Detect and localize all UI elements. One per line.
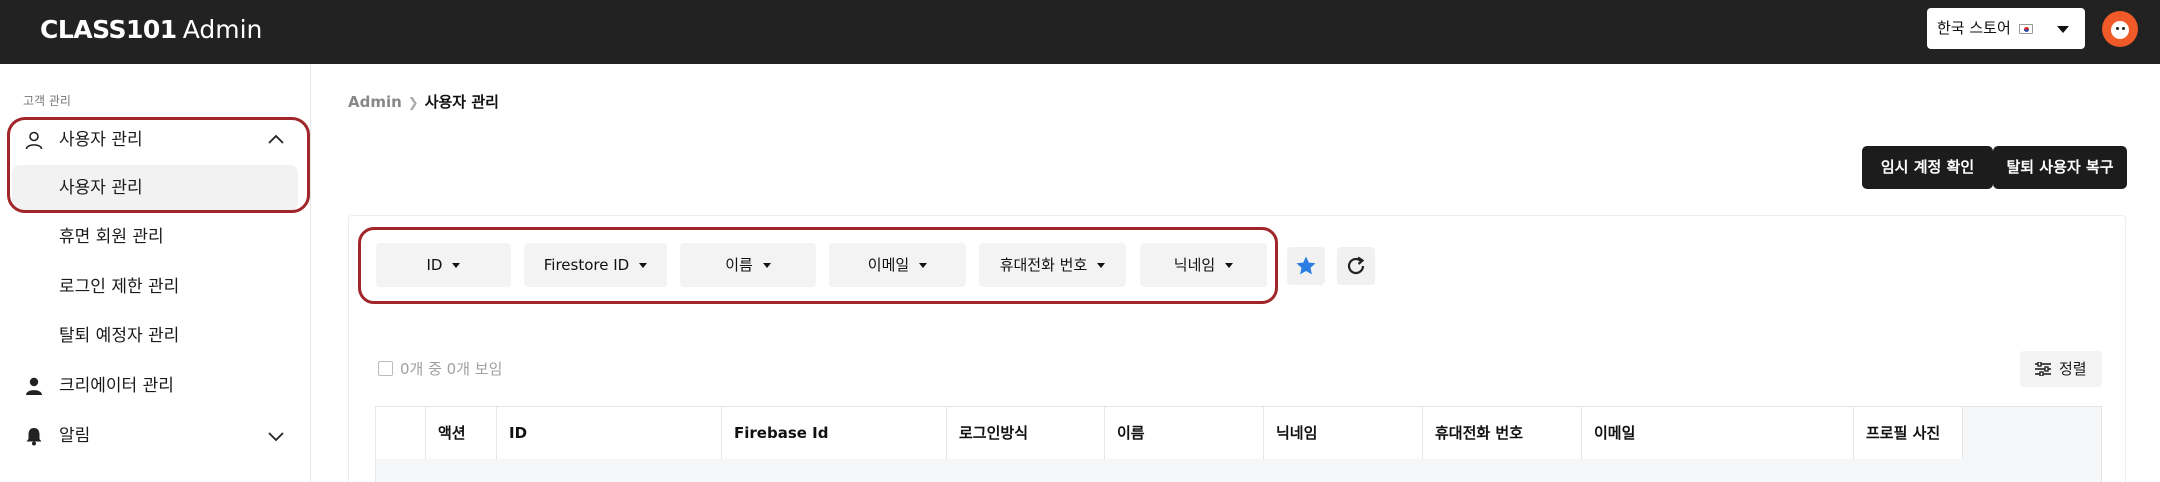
sort-button[interactable]: 정렬 <box>2020 351 2102 387</box>
table-header-select <box>376 407 426 459</box>
caret-down-icon <box>452 263 461 268</box>
select-all-checkbox[interactable] <box>378 361 393 376</box>
filter-label: ID <box>426 256 443 274</box>
sidebar: 고객 관리 사용자 관리 사용자 관리 휴면 회원 관리 로그인 제한 관리 탈… <box>0 64 311 482</box>
store-selector[interactable]: 한국 스토어 <box>1927 8 2085 49</box>
restore-user-button[interactable]: 탈퇴 사용자 복구 <box>1993 146 2127 189</box>
refresh-button[interactable] <box>1337 247 1375 285</box>
table-header-cell[interactable]: 휴대전화 번호 <box>1423 407 1582 459</box>
store-selector-label: 한국 스토어 <box>1937 19 2011 37</box>
avatar-eye <box>2116 27 2119 30</box>
filter-nickname[interactable]: 닉네임 <box>1140 243 1267 287</box>
table-header-cell[interactable]: 닉네임 <box>1264 407 1423 459</box>
breadcrumb-root[interactable]: Admin <box>348 93 402 111</box>
caret-down-icon <box>762 263 771 268</box>
user-avatar[interactable] <box>2102 11 2138 47</box>
avatar-eye <box>2122 27 2125 30</box>
temp-account-button[interactable]: 임시 계정 확인 <box>1862 146 1993 189</box>
user-outline-icon <box>25 131 43 150</box>
breadcrumb: Admin ❯ 사용자 관리 <box>348 92 499 114</box>
table-header-cell[interactable]: 이름 <box>1105 407 1264 459</box>
filter-firestore-id[interactable]: Firestore ID <box>524 243 667 287</box>
select-all-row: 0개 중 0개 보임 <box>378 359 502 379</box>
user-filled-icon <box>26 377 42 395</box>
filter-label: 이메일 <box>867 256 910 274</box>
table-row <box>376 459 2101 482</box>
sidebar-section-label: 고객 관리 <box>23 94 71 108</box>
star-icon <box>1296 256 1316 275</box>
app-logo[interactable]: CLASS101 Admin <box>40 14 262 46</box>
caret-down-icon <box>639 263 648 268</box>
sidebar-group-label: 사용자 관리 <box>59 130 143 150</box>
avatar-face <box>2111 21 2129 39</box>
filter-name[interactable]: 이름 <box>680 243 816 287</box>
caret-down-icon <box>919 263 928 268</box>
korea-flag-icon <box>2018 23 2033 34</box>
filter-email[interactable]: 이메일 <box>829 243 966 287</box>
table-header-cell[interactable]: 로그인방식 <box>947 407 1105 459</box>
table-header-cell[interactable]: 액션 <box>426 407 497 459</box>
result-count-text: 0개 중 0개 보임 <box>400 360 503 378</box>
sidebar-group-label: 알림 <box>59 426 91 446</box>
sidebar-group-notifications[interactable]: 알림 <box>0 413 310 459</box>
chevron-right-icon: ❯ <box>407 96 419 111</box>
chevron-up-icon <box>268 134 284 144</box>
breadcrumb-current: 사용자 관리 <box>424 93 499 111</box>
filter-phone[interactable]: 휴대전화 번호 <box>979 243 1126 287</box>
bell-icon <box>26 428 42 446</box>
sliders-icon <box>2035 362 2051 376</box>
favorite-button[interactable] <box>1287 247 1325 285</box>
sidebar-group-user-management[interactable]: 사용자 관리 <box>0 117 310 163</box>
sidebar-item-user-management[interactable]: 사용자 관리 <box>12 165 298 211</box>
brand-name: CLASS101 <box>40 15 177 44</box>
table-header-cell[interactable]: ID <box>497 407 722 459</box>
sort-label: 정렬 <box>2059 360 2087 378</box>
chevron-down-icon <box>268 432 284 442</box>
users-table: 액션 ID Firebase Id 로그인방식 이름 닉네임 휴대전화 번호 이… <box>375 406 2102 482</box>
caret-down-icon <box>1225 263 1234 268</box>
caret-down-icon <box>1097 263 1106 268</box>
filter-label: 휴대전화 번호 <box>999 256 1088 274</box>
sidebar-group-creator-management[interactable]: 크리에이터 관리 <box>0 363 310 409</box>
sidebar-item-withdrawal-pending[interactable]: 탈퇴 예정자 관리 <box>12 313 298 359</box>
filter-id[interactable]: ID <box>376 243 511 287</box>
table-header-cell[interactable]: 이메일 <box>1582 407 1854 459</box>
filter-label: 이름 <box>725 256 753 274</box>
filter-label: 닉네임 <box>1173 256 1216 274</box>
sidebar-item-login-restriction[interactable]: 로그인 제한 관리 <box>12 264 298 310</box>
table-header: 액션 ID Firebase Id 로그인방식 이름 닉네임 휴대전화 번호 이… <box>376 407 2101 459</box>
sidebar-item-dormant-members[interactable]: 휴면 회원 관리 <box>12 214 298 260</box>
filter-label: Firestore ID <box>543 256 630 274</box>
table-header-filler <box>1963 407 2101 459</box>
top-bar: CLASS101 Admin 한국 스토어 <box>0 0 2160 64</box>
caret-down-icon <box>2057 26 2069 33</box>
refresh-icon <box>1347 256 1365 275</box>
brand-admin-label: Admin <box>182 15 263 44</box>
table-header-cell[interactable]: 프로필 사진 <box>1854 407 1963 459</box>
sidebar-group-label: 크리에이터 관리 <box>59 376 174 396</box>
table-header-cell[interactable]: Firebase Id <box>722 407 947 459</box>
